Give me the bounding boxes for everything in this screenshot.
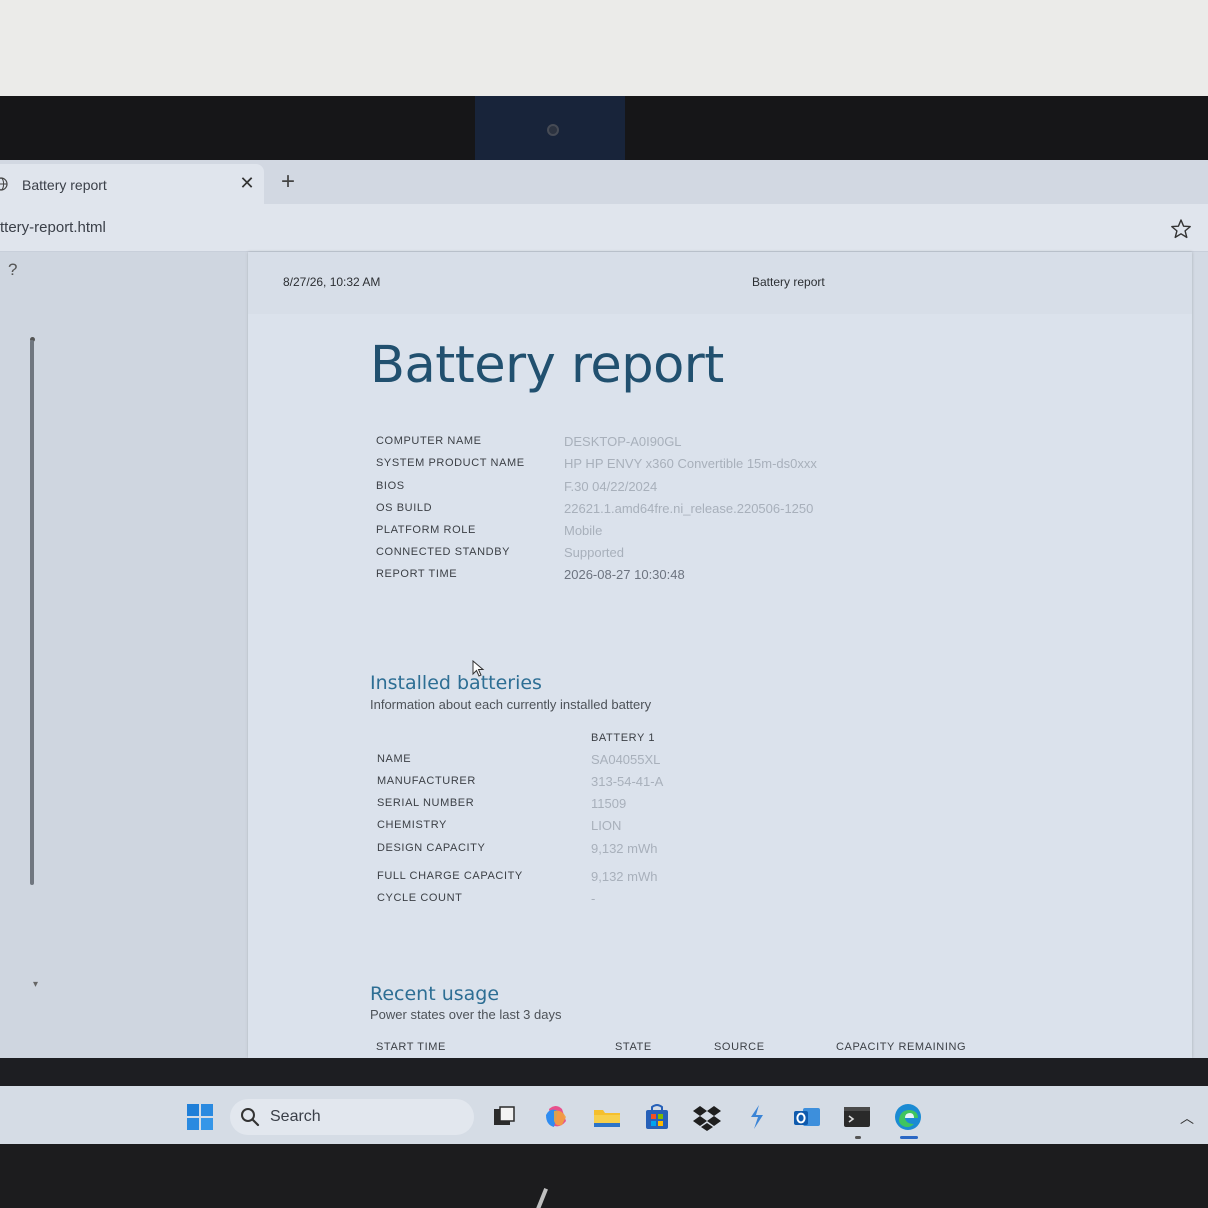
running-indicator xyxy=(855,1136,861,1139)
store-icon[interactable] xyxy=(641,1101,673,1133)
scroll-down-icon[interactable]: ▾ xyxy=(33,979,38,990)
battery-name-value: SA04055XL xyxy=(591,752,661,767)
os-build-label: OS BUILD xyxy=(376,502,433,514)
state-column-header: STATE xyxy=(615,1041,652,1053)
bios-label: BIOS xyxy=(376,480,405,492)
terminal-icon[interactable] xyxy=(841,1101,873,1133)
url-text[interactable]: ttery-report.html xyxy=(0,219,106,236)
active-app-indicator xyxy=(900,1136,918,1139)
tab-title: Battery report xyxy=(22,177,107,193)
report-time-value: 2026-08-27 10:30:48 xyxy=(564,567,685,582)
favorite-star-icon[interactable] xyxy=(1170,218,1192,240)
background-wall xyxy=(0,0,1208,98)
viewer-content: ? ▾ 8/27/26, 10:32 AM Battery report Bat… xyxy=(0,252,1208,1058)
task-view-icon[interactable] xyxy=(488,1101,520,1133)
platform-role-label: PLATFORM ROLE xyxy=(376,524,476,536)
header-title: Battery report xyxy=(752,275,825,289)
product-name-label: SYSTEM PRODUCT NAME xyxy=(376,457,525,469)
serial-number-value: 11509 xyxy=(591,796,627,811)
source-column-header: SOURCE xyxy=(714,1041,765,1053)
address-bar[interactable]: ttery-report.html xyxy=(0,204,1208,252)
recent-usage-subtitle: Power states over the last 3 days xyxy=(370,1007,562,1022)
system-tray-chevron-icon[interactable]: ︿ xyxy=(1180,1108,1194,1128)
tab-battery-report[interactable]: Battery report ✕ xyxy=(0,164,264,204)
webcam xyxy=(547,124,559,136)
cycle-count-label: CYCLE COUNT xyxy=(377,892,463,904)
start-time-column-header: START TIME xyxy=(376,1041,446,1053)
design-capacity-label: DESIGN CAPACITY xyxy=(377,842,486,854)
recent-usage-title: Recent usage xyxy=(370,983,500,1005)
report-page: 8/27/26, 10:32 AM Battery report Battery… xyxy=(248,252,1192,1058)
computer-name-label: COMPUTER NAME xyxy=(376,435,482,447)
new-tab-button[interactable]: + xyxy=(276,168,300,196)
manufacturer-label: MANUFACTURER xyxy=(377,775,476,787)
print-header: 8/27/26, 10:32 AM Battery report xyxy=(248,252,1192,314)
close-tab-icon[interactable]: ✕ xyxy=(238,173,256,194)
edge-icon[interactable] xyxy=(892,1101,924,1133)
copilot-icon[interactable] xyxy=(540,1101,572,1133)
manufacturer-value: 313-54-41-A xyxy=(591,774,664,789)
computer-name-value: DESKTOP-A0I90GL xyxy=(564,434,682,449)
taskbar-search-box[interactable] xyxy=(230,1099,474,1135)
screen-bezel-bottom xyxy=(0,1058,1208,1086)
help-icon[interactable]: ? xyxy=(8,260,17,280)
side-pane: ? ▾ xyxy=(0,252,246,1058)
cycle-count-value: - xyxy=(591,891,596,906)
chemistry-label: CHEMISTRY xyxy=(377,819,447,831)
full-charge-capacity-value: 9,132 mWh xyxy=(591,869,658,884)
capacity-remaining-column-header: CAPACITY REMAINING xyxy=(836,1041,967,1053)
connected-standby-label: CONNECTED STANDBY xyxy=(376,546,511,558)
full-charge-capacity-label: FULL CHARGE CAPACITY xyxy=(377,870,523,882)
report-time-label: REPORT TIME xyxy=(376,568,458,580)
connected-standby-value: Supported xyxy=(564,545,624,560)
search-icon xyxy=(241,1108,260,1127)
platform-role-value: Mobile xyxy=(564,523,603,538)
search-label: Search xyxy=(270,1108,321,1125)
battery-1-column-header: BATTERY 1 xyxy=(591,732,656,744)
app-icon[interactable] xyxy=(741,1101,773,1133)
design-capacity-value: 9,132 mWh xyxy=(591,841,658,856)
os-build-value: 22621.1.amd64fre.ni_release.220506-1250 xyxy=(564,501,814,516)
product-name-value: HP HP ENVY x360 Convertible 15m-ds0xxx xyxy=(564,456,817,471)
globe-icon xyxy=(0,177,8,191)
header-date: 8/27/26, 10:32 AM xyxy=(283,275,381,289)
battery-name-label: NAME xyxy=(377,753,412,765)
installed-batteries-subtitle: Information about each currently install… xyxy=(370,697,652,712)
outlook-icon[interactable] xyxy=(791,1101,823,1133)
chemistry-value: LION xyxy=(591,818,622,833)
laptop-bezel-bottom xyxy=(0,1144,1208,1208)
laptop-bezel-top xyxy=(0,96,1208,160)
scrollbar[interactable] xyxy=(30,340,34,885)
bios-value: F.30 04/22/2024 xyxy=(564,479,658,494)
windows-start-icon[interactable] xyxy=(186,1103,214,1131)
dropbox-icon[interactable] xyxy=(691,1101,723,1133)
serial-number-label: SERIAL NUMBER xyxy=(377,797,475,809)
tab-bar: Battery report ✕ + xyxy=(0,160,1208,204)
installed-batteries-title: Installed batteries xyxy=(370,672,542,694)
screen: Battery report ✕ + ttery-report.html ? ▾… xyxy=(0,160,1208,1058)
file-explorer-icon[interactable] xyxy=(591,1101,623,1133)
page-title: Battery report xyxy=(370,336,724,395)
